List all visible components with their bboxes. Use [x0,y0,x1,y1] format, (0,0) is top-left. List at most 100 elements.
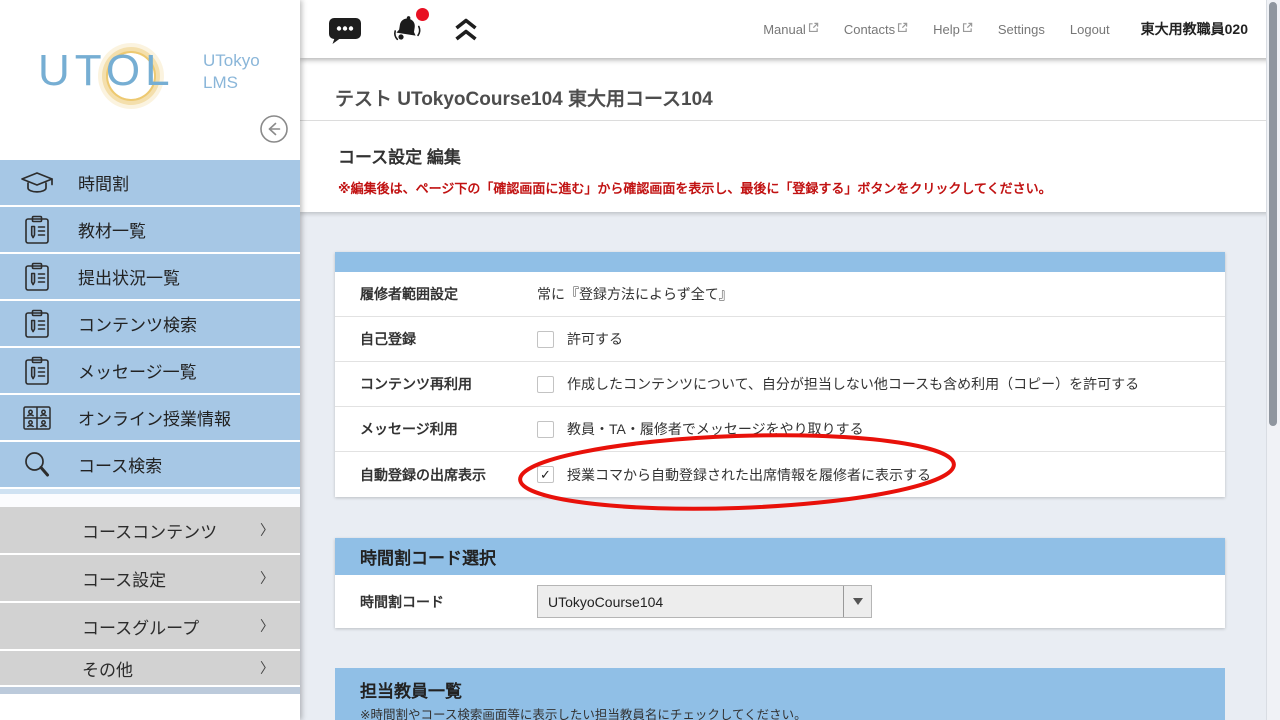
row-label: 履修者範囲設定 [335,284,537,304]
sidebar-item-label: メッセージ一覧 [78,358,197,383]
user-name: 東大用教職員020 [1141,19,1248,39]
sidebar-item-course-search[interactable]: コース検索 [0,442,300,489]
checkbox-content-reuse[interactable] [537,376,554,393]
help-link-label: Help [933,22,960,37]
chevron-right-icon: 〉 [260,520,274,540]
utol-logo: UTOL [38,46,175,96]
sidebar-subitem-label: コースコンテンツ [82,518,217,543]
sidebar-subitem-label: コースグループ [82,614,199,639]
clipboard-icon [18,356,56,386]
select-value: UTokyoCourse104 [538,594,663,610]
table-row: コンテンツ再利用 作成したコンテンツについて、自分が担当しない他コースも含め利用… [335,362,1225,407]
collapse-sidebar-button[interactable] [259,114,289,144]
sidebar-item-label: 時間割 [78,170,129,195]
chevron-right-icon: 〉 [260,616,274,636]
checkbox-self-registration[interactable] [537,331,554,348]
divider [300,120,1280,121]
course-settings-table: 履修者範囲設定 常に『登録方法によらず全て』 自己登録 許可する コンテンツ再利… [335,252,1225,497]
clipboard-icon [18,215,56,245]
search-icon [18,450,56,480]
teachers-note: ※時間割やコース検索画面等に表示したい担当教員名にチェックしてください。 [360,704,1225,720]
settings-link[interactable]: Settings [998,22,1045,37]
row-value: 許可する [567,329,623,349]
utokyo-lms-logo-text: UTokyo LMS [203,50,260,94]
external-link-icon [962,22,973,33]
topbar-links: Manual Contacts Help Settings [763,0,1248,58]
chevron-down-icon[interactable] [843,586,871,617]
course-title: テスト UTokyoCourse104 東大用コース104 [335,84,713,111]
manual-link-label: Manual [763,22,806,37]
sidebar-item-submissions[interactable]: 提出状況一覧 [0,254,300,301]
edit-warning-note: ※編集後は、ページ下の「確認画面に進む」から確認画面を表示し、最後に「登録する」… [338,178,1052,197]
main-area: Manual Contacts Help Settings [300,0,1280,720]
clipboard-icon [18,262,56,292]
row-label: 自己登録 [335,329,537,349]
settings-link-label: Settings [998,22,1045,37]
logo-sub-line2: LMS [203,72,260,94]
sidebar-item-label: 提出状況一覧 [78,264,180,289]
manual-link[interactable]: Manual [763,22,819,37]
vertical-scrollbar-track[interactable] [1266,0,1280,720]
message-icon[interactable] [328,14,362,44]
contacts-link-label: Contacts [844,22,895,37]
section-header: 担当教員一覧 [360,668,1225,702]
logo-sub-line1: UTokyo [203,50,260,72]
collapse-up-icon[interactable] [452,16,480,42]
logo-area: UTOL UTokyo LMS [0,0,300,160]
external-link-icon [897,22,908,33]
back-arrow-icon [259,114,289,144]
sidebar-divider [0,494,300,507]
row-label: コンテンツ再利用 [335,374,537,394]
row-label: メッセージ利用 [335,419,537,439]
online-class-icon [18,404,56,432]
table-row: 自動登録の出席表示 ✓ 授業コマから自動登録された出席情報を履修者に表示する [335,452,1225,497]
notification-badge [416,8,429,21]
sidebar-next-item-sliver [0,687,300,694]
topbar: Manual Contacts Help Settings [300,0,1280,58]
timetable-code-section: 時間割コード選択 時間割コード UTokyoCourse104 [335,538,1225,628]
checkbox-auto-attendance-checked[interactable]: ✓ [537,466,554,483]
sidebar-item-messages[interactable]: メッセージ一覧 [0,348,300,395]
row-label: 自動登録の出席表示 [335,465,537,485]
teachers-section: 担当教員一覧 ※時間割やコース検索画面等に表示したい担当教員名にチェックしてくだ… [335,668,1225,720]
sidebar-item-course-group[interactable]: コースグループ 〉 [0,603,300,651]
chevron-right-icon: 〉 [260,568,274,588]
logout-link[interactable]: Logout [1070,22,1110,37]
row-value: 作成したコンテンツについて、自分が担当しない他コースも含め利用（コピー）を許可す… [567,374,1139,394]
sidebar-item-course-settings[interactable]: コース設定 〉 [0,555,300,603]
row-value: 授業コマから自動登録された出席情報を履修者に表示する [567,465,931,485]
sidebar-subitem-label: コース設定 [82,566,166,591]
help-link[interactable]: Help [933,22,973,37]
sidebar-item-online-class[interactable]: オンライン授業情報 [0,395,300,442]
contacts-link[interactable]: Contacts [844,22,908,37]
page-header: テスト UTokyoCourse104 東大用コース104 コース設定 編集 ※… [300,58,1280,212]
sidebar-item-others[interactable]: その他 〉 [0,651,300,687]
clipboard-icon [18,309,56,339]
section-title: コース設定 編集 [338,143,461,168]
sidebar-item-timetable[interactable]: 時間割 [0,160,300,207]
bell-icon[interactable] [388,12,426,46]
chevron-right-icon: 〉 [260,658,274,678]
vertical-scrollbar-thumb[interactable] [1269,2,1277,426]
external-link-icon [808,22,819,33]
sidebar-item-course-contents[interactable]: コースコンテンツ 〉 [0,507,300,555]
sidebar-item-label: コース検索 [78,452,162,477]
table-row: メッセージ利用 教員・TA・履修者でメッセージをやり取りする [335,407,1225,452]
sidebar: UTOL UTokyo LMS 時間割 [0,0,300,720]
sidebar-item-label: 教材一覧 [78,217,146,242]
logout-link-label: Logout [1070,22,1110,37]
table-row: 履修者範囲設定 常に『登録方法によらず全て』 [335,272,1225,317]
row-label: 時間割コード [335,592,537,612]
timetable-code-select[interactable]: UTokyoCourse104 [537,585,872,618]
table-row: 自己登録 許可する [335,317,1225,362]
graduation-cap-icon [18,169,56,197]
sidebar-item-materials[interactable]: 教材一覧 [0,207,300,254]
sidebar-item-content-search[interactable]: コンテンツ検索 [0,301,300,348]
sidebar-subitem-label: その他 [82,656,133,681]
table-header-bar [335,252,1225,272]
section-header: 時間割コード選択 [335,538,1225,575]
checkbox-message-use[interactable] [537,421,554,438]
sidebar-item-label: コンテンツ検索 [78,311,197,336]
row-value: 教員・TA・履修者でメッセージをやり取りする [567,419,864,439]
sidebar-item-label: オンライン授業情報 [78,405,231,430]
